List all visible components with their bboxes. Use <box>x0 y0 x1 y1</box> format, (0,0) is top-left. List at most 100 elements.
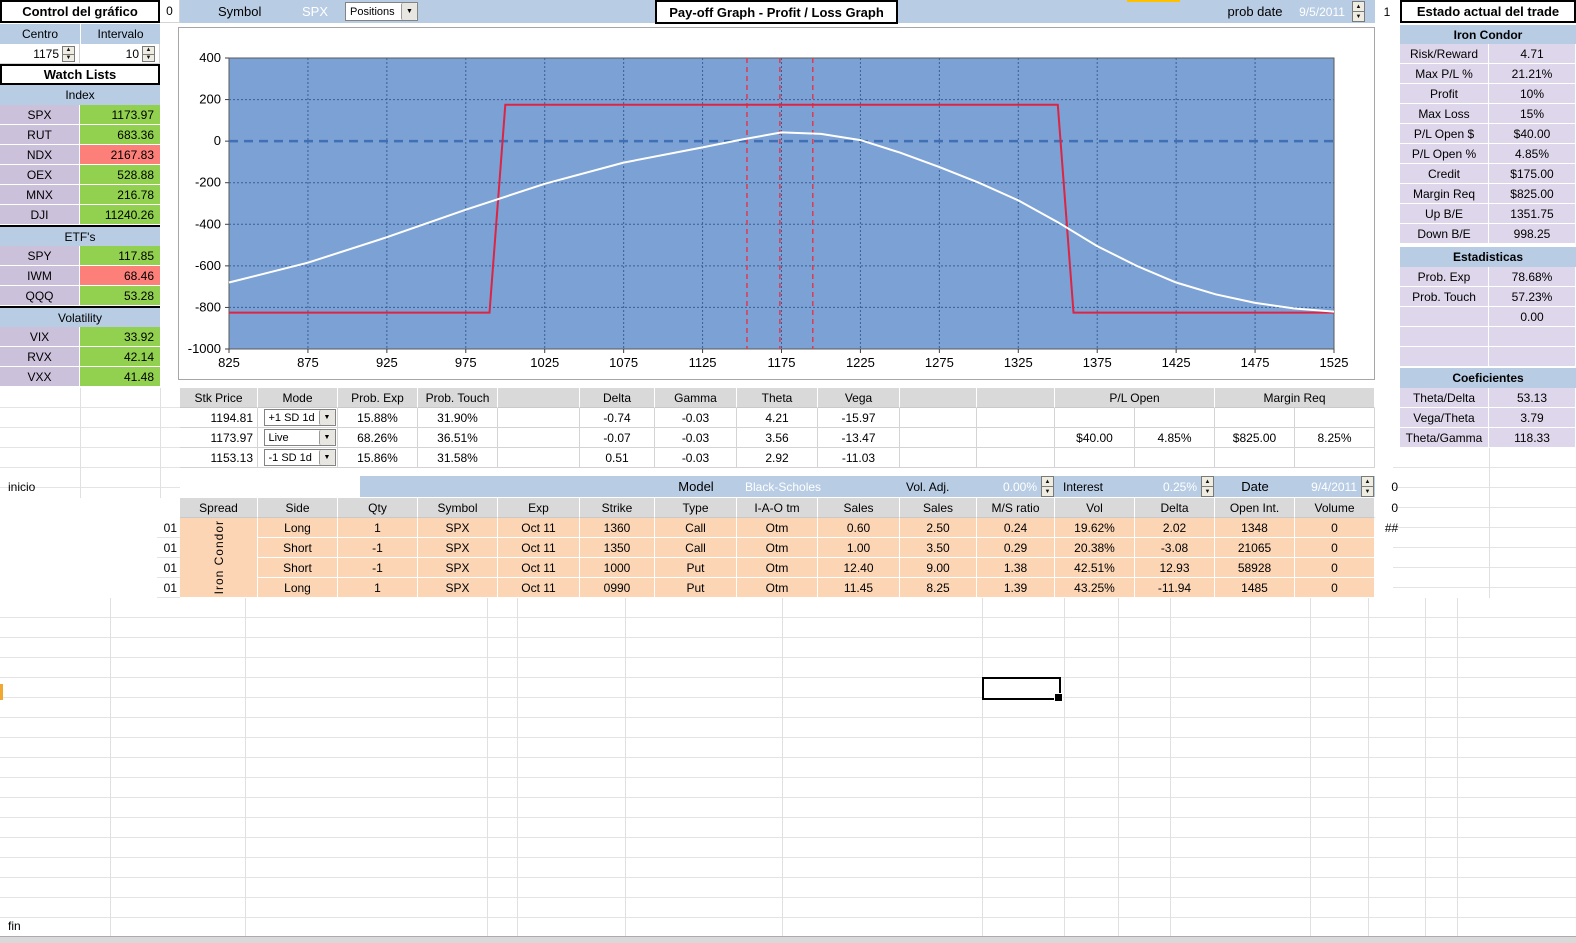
greeks-cell-prob_exp[interactable]: 68.26% <box>338 428 418 448</box>
greeks-cell-gamma[interactable]: -0.03 <box>655 448 737 468</box>
date-spinner[interactable]: ▲ ▼ <box>1361 476 1374 497</box>
trade-cell[interactable]: Oct 11 <box>498 538 580 558</box>
watchlist-value[interactable]: 68.46 <box>80 266 160 286</box>
watchlist-symbol[interactable]: SPX <box>0 105 80 125</box>
estado-value[interactable]: 21.21% <box>1489 64 1576 84</box>
date-spinner-down-icon[interactable]: ▼ <box>1362 487 1373 496</box>
trade-cell[interactable]: -3.08 <box>1135 538 1215 558</box>
trade-cell[interactable]: Long <box>258 578 338 598</box>
greeks-cell-prob_exp[interactable]: 15.88% <box>338 408 418 428</box>
trade-cell[interactable]: 1360 <box>580 518 655 538</box>
trade-cell[interactable]: 0.29 <box>977 538 1055 558</box>
trade-cell[interactable]: 1 <box>338 578 418 598</box>
centro-spinner-down-icon[interactable]: ▼ <box>63 55 74 62</box>
estadisticas-value[interactable] <box>1489 327 1576 347</box>
greeks-cell-pl_open_d[interactable] <box>1055 408 1135 428</box>
trade-cell[interactable]: 0.24 <box>977 518 1055 538</box>
intervalo-spinner-down-icon[interactable]: ▼ <box>143 55 154 62</box>
cell-zero[interactable]: 0 <box>160 0 180 23</box>
greeks-cell-stk[interactable]: 1194.81 <box>180 408 258 428</box>
watchlist-symbol[interactable]: DJI <box>0 205 80 225</box>
vol-adj-spinner-up-icon[interactable]: ▲ <box>1042 477 1053 487</box>
trade-cell[interactable]: 21065 <box>1215 538 1295 558</box>
interest-value[interactable]: 0.25% <box>1135 476 1197 497</box>
greeks-cell-margin_p[interactable]: 8.25% <box>1295 428 1375 448</box>
interest-spinner[interactable]: ▲ ▼ <box>1201 476 1214 497</box>
watchlist-symbol[interactable]: QQQ <box>0 286 80 306</box>
positions-dropdown[interactable]: Positions ▼ <box>345 2 418 21</box>
watchlist-value[interactable]: 42.14 <box>80 347 160 367</box>
watchlist-value[interactable]: 33.92 <box>80 327 160 347</box>
watchlist-value[interactable]: 41.48 <box>80 367 160 387</box>
estado-value[interactable]: 998.25 <box>1489 224 1576 244</box>
estado-value[interactable]: $40.00 <box>1489 124 1576 144</box>
trade-cell[interactable]: 42.51% <box>1055 558 1135 578</box>
trade-cell[interactable]: Otm <box>737 538 818 558</box>
watchlist-symbol[interactable]: RVX <box>0 347 80 367</box>
estado-value[interactable]: 4.71 <box>1489 44 1576 64</box>
coeficientes-value[interactable]: 3.79 <box>1489 408 1576 428</box>
greeks-cell-pl_open_p[interactable]: 4.85% <box>1135 428 1215 448</box>
trade-cell[interactable]: 58928 <box>1215 558 1295 578</box>
mode-dropdown-0[interactable]: +1 SD 1d ▼ <box>263 409 336 426</box>
watchlist-symbol[interactable]: VXX <box>0 367 80 387</box>
vol-adj-spinner-down-icon[interactable]: ▼ <box>1042 487 1053 496</box>
prob-date-spinner-up-icon[interactable]: ▲ <box>1353 2 1364 12</box>
greeks-cell-vega[interactable]: -13.47 <box>818 428 900 448</box>
estado-value[interactable]: 1351.75 <box>1489 204 1576 224</box>
trade-cell[interactable]: Call <box>655 538 737 558</box>
watchlist-symbol[interactable]: MNX <box>0 185 80 205</box>
trade-cell[interactable]: 12.40 <box>818 558 900 578</box>
watchlist-symbol[interactable]: RUT <box>0 125 80 145</box>
estado-value[interactable]: $175.00 <box>1489 164 1576 184</box>
greeks-cell-prob_touch[interactable]: 36.51% <box>418 428 498 448</box>
trade-cell[interactable]: 1.00 <box>818 538 900 558</box>
trade-cell[interactable]: 0 <box>1295 578 1375 598</box>
prob-date-spinner[interactable]: ▲ ▼ <box>1352 1 1365 22</box>
greeks-cell-prob_touch[interactable]: 31.90% <box>418 408 498 428</box>
greeks-cell-pl_open_p[interactable] <box>1135 408 1215 428</box>
trade-cell[interactable]: 1485 <box>1215 578 1295 598</box>
estado-value[interactable]: 10% <box>1489 84 1576 104</box>
watchlist-symbol[interactable]: VIX <box>0 327 80 347</box>
greeks-cell-margin_p[interactable] <box>1295 408 1375 428</box>
mode-dropdown-2[interactable]: -1 SD 1d ▼ <box>263 449 336 466</box>
symbol-value[interactable]: SPX <box>280 0 350 23</box>
estado-value[interactable]: 15% <box>1489 104 1576 124</box>
trade-cell[interactable]: 8.25 <box>900 578 977 598</box>
prob-date-value[interactable]: 9/5/2011 <box>1293 0 1351 23</box>
estado-value[interactable]: 4.85% <box>1489 144 1576 164</box>
trade-cell[interactable]: -1 <box>338 558 418 578</box>
watchlist-value[interactable]: 53.28 <box>80 286 160 306</box>
selected-cell[interactable] <box>982 677 1063 702</box>
mode-dropdown-1[interactable]: Live ▼ <box>263 429 336 446</box>
trade-cell[interactable]: 2.02 <box>1135 518 1215 538</box>
trade-cell[interactable]: Otm <box>737 558 818 578</box>
trade-cell[interactable]: 11.45 <box>818 578 900 598</box>
trade-cell[interactable]: Oct 11 <box>498 558 580 578</box>
trade-cell[interactable]: Call <box>655 518 737 538</box>
spread-name-cell[interactable]: Iron Condor <box>180 518 258 598</box>
trade-cell[interactable]: 19.62% <box>1055 518 1135 538</box>
positions-dropdown-arrow-icon[interactable]: ▼ <box>401 3 417 20</box>
estadisticas-value[interactable] <box>1489 347 1576 367</box>
estadisticas-value[interactable]: 0.00 <box>1489 307 1576 327</box>
greeks-cell-delta[interactable]: 0.51 <box>580 448 655 468</box>
greeks-cell-prob_touch[interactable]: 31.58% <box>418 448 498 468</box>
watchlist-symbol[interactable]: NDX <box>0 145 80 165</box>
watchlist-value[interactable]: 2167.83 <box>80 145 160 165</box>
date-spinner-up-icon[interactable]: ▲ <box>1362 477 1373 487</box>
cell-one[interactable]: 1 <box>1377 0 1397 23</box>
trade-cell[interactable]: 1348 <box>1215 518 1295 538</box>
date-value[interactable]: 9/4/2011 <box>1295 476 1357 497</box>
fill-handle[interactable] <box>1054 693 1063 702</box>
trade-cell[interactable]: Otm <box>737 518 818 538</box>
trade-cell[interactable]: 0 <box>1295 538 1375 558</box>
estado-value[interactable]: $825.00 <box>1489 184 1576 204</box>
greeks-cell-pl_open_d[interactable] <box>1055 448 1135 468</box>
trade-cell[interactable]: Short <box>258 558 338 578</box>
watchlist-value[interactable]: 117.85 <box>80 246 160 266</box>
greeks-cell-margin_p[interactable] <box>1295 448 1375 468</box>
coeficientes-value[interactable]: 118.33 <box>1489 428 1576 448</box>
mode-dropdown-0-arrow-icon[interactable]: ▼ <box>318 410 335 425</box>
